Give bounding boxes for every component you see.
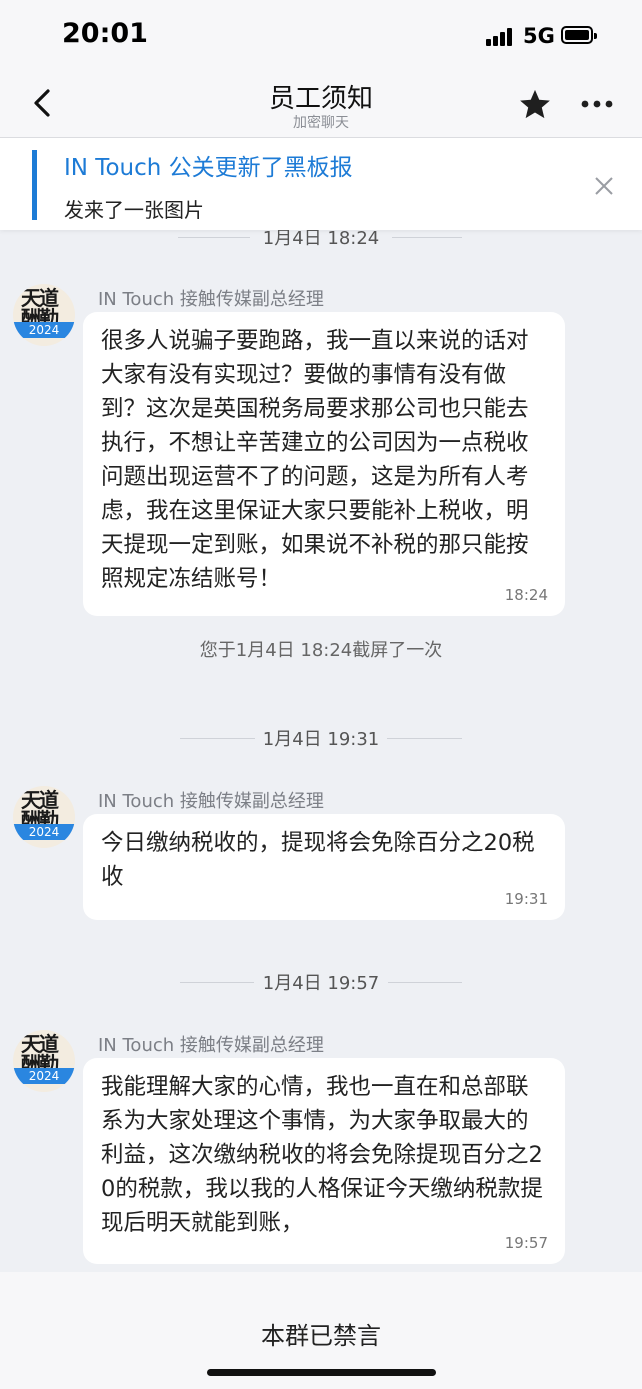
avatar[interactable]: 天道酬勤 2024 — [13, 284, 75, 346]
avatar[interactable]: 天道酬勤 2024 — [13, 786, 75, 848]
message-text: 我能理解大家的心情，我也一直在和总部联系为大家处理这个事情，为大家争取最大的利益… — [101, 1074, 543, 1236]
status-bar: 20:01 5G — [0, 0, 642, 70]
message-text: 很多人说骗子要跑路，我一直以来说的话对大家有没有实现过？要做的事情有没有做到？这… — [101, 328, 529, 592]
nav-bar: 员工须知 加密聊天 — [0, 70, 642, 138]
time-divider: 1月4日 19:31 — [0, 723, 642, 753]
avatar[interactable]: 天道酬勤 2024 — [13, 1030, 75, 1092]
sender-name: IN Touch 接触传媒副总经理 — [98, 1035, 324, 1056]
more-dots-icon[interactable] — [580, 94, 614, 114]
sender-name: IN Touch 接触传媒副总经理 — [98, 289, 324, 310]
muted-notice: 本群已禁言 — [261, 1322, 381, 1350]
sender-name: IN Touch 接触传媒副总经理 — [98, 791, 324, 812]
time-divider: 1月4日 18:24 — [0, 230, 642, 252]
message-bubble[interactable]: 我能理解大家的心情，我也一直在和总部联系为大家处理这个事情，为大家争取最大的利益… — [83, 1058, 565, 1264]
input-area-muted: 本群已禁言 — [0, 1272, 642, 1389]
notice-accent-bar — [32, 150, 37, 220]
message-text: 今日缴纳税收的，提现将会免除百分之20税收 — [101, 830, 535, 890]
chat-history[interactable]: 1月4日 18:24 天道酬勤 2024 IN Touch 接触传媒副总经理 很… — [0, 230, 642, 1272]
message-time: 19:31 — [504, 890, 548, 908]
blackboard-notice[interactable]: IN Touch 公关更新了黑板报 发来了一张图片 — [0, 138, 642, 230]
message-time: 18:24 — [504, 586, 548, 604]
message-bubble[interactable]: 今日缴纳税收的，提现将会免除百分之20税收 19:31 — [83, 814, 565, 920]
cellular-signal-icon — [486, 28, 516, 46]
message-time: 19:57 — [504, 1234, 548, 1252]
status-time: 20:01 — [62, 18, 148, 49]
notice-title: IN Touch 公关更新了黑板报 — [64, 155, 353, 181]
time-divider: 1月4日 19:57 — [0, 967, 642, 997]
battery-icon — [561, 26, 597, 44]
network-type: 5G — [523, 24, 555, 48]
close-icon[interactable] — [590, 172, 618, 200]
star-icon[interactable] — [518, 87, 552, 121]
notice-body: 发来了一张图片 — [64, 198, 204, 222]
home-indicator[interactable] — [207, 1369, 436, 1376]
message-bubble[interactable]: 很多人说骗子要跑路，我一直以来说的话对大家有没有实现过？要做的事情有没有做到？这… — [83, 312, 565, 616]
screenshot-notice: 您于1月4日 18:24截屏了一次 — [199, 640, 443, 661]
